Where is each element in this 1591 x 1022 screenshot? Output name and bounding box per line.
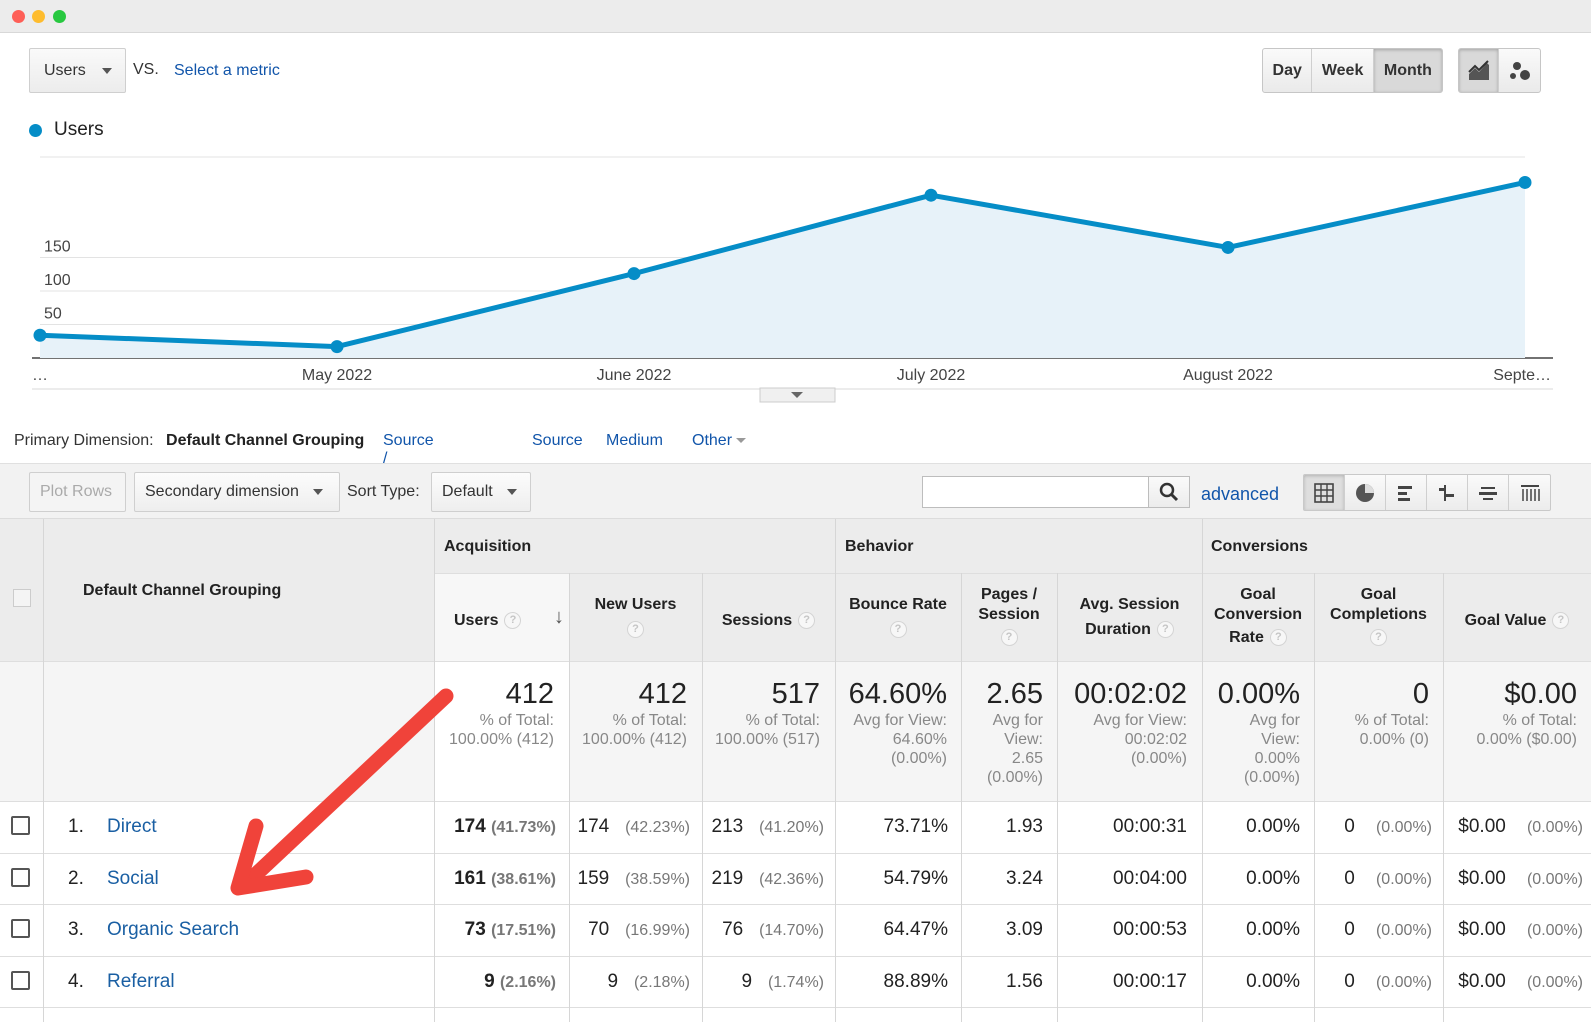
- annotation-arrow: [230, 688, 454, 896]
